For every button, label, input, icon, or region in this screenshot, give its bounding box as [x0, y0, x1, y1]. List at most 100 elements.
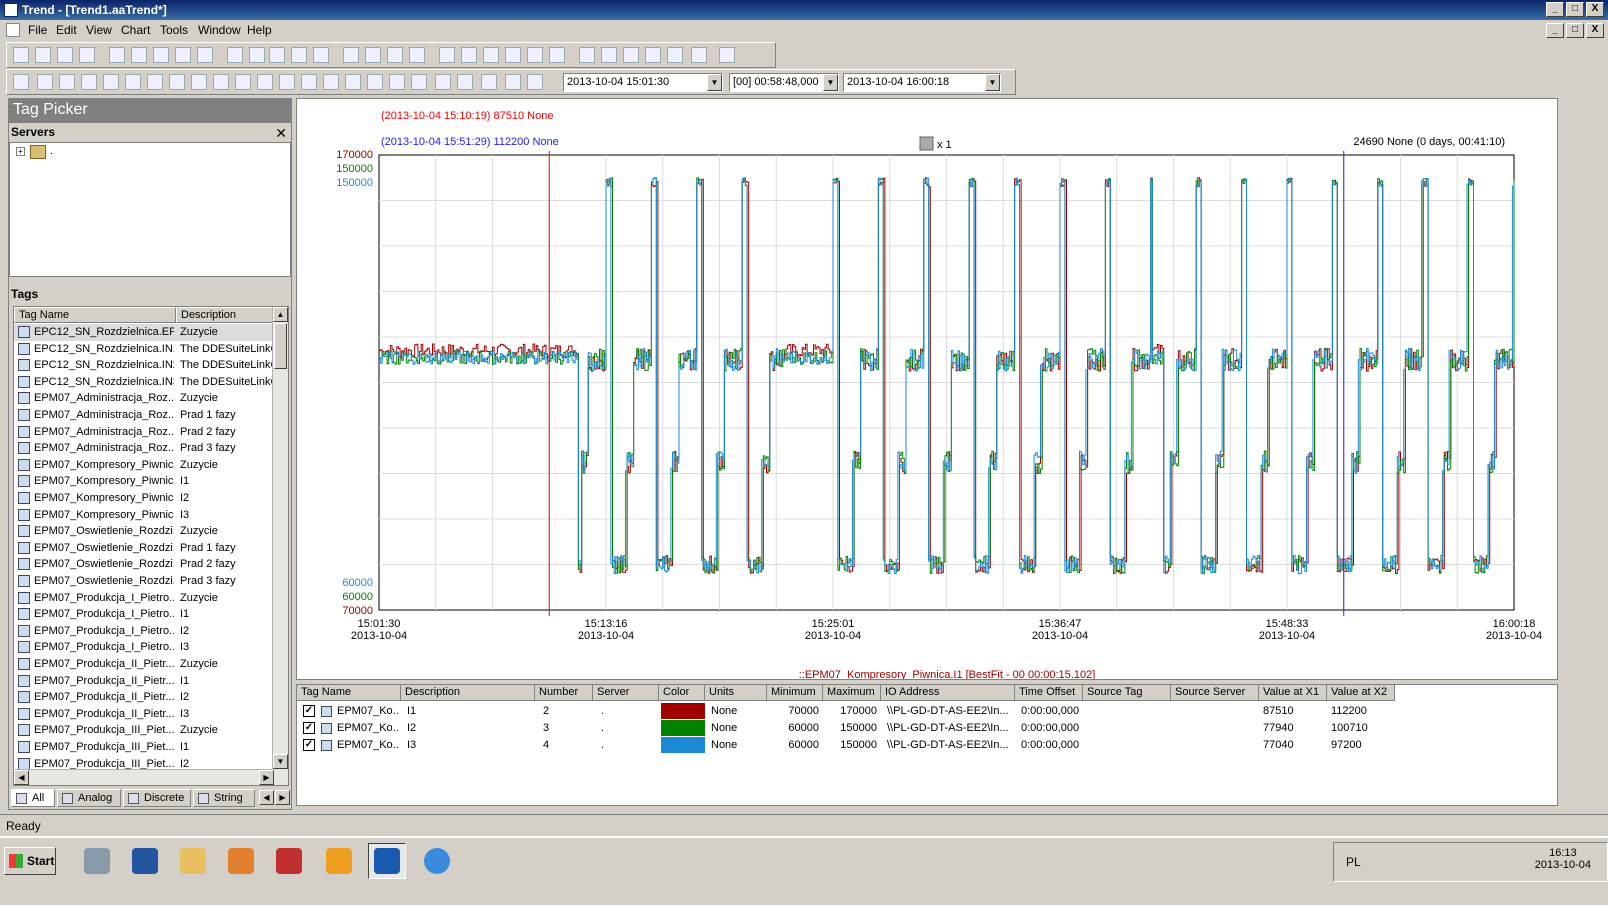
tags-hscroll[interactable]: ◀ ▶: [14, 769, 274, 785]
grid-col-number[interactable]: Number: [535, 685, 593, 701]
toolbar-button-icon[interactable]: [527, 74, 543, 90]
visible-checkbox[interactable]: ✓: [303, 722, 315, 734]
menu-tools[interactable]: Tools: [160, 23, 188, 37]
tag-row[interactable]: EPM07_Administracja_Roz... Prad 3 fazy: [14, 440, 272, 457]
tags-col-desc[interactable]: Description: [176, 307, 274, 323]
tab-analog[interactable]: Analog: [57, 789, 121, 807]
toolbar-button-icon[interactable]: [505, 47, 521, 63]
tag-row[interactable]: EPM07_Administracja_Roz... Prad 2 fazy: [14, 424, 272, 441]
toolbar-button-icon[interactable]: [483, 47, 499, 63]
document-icon[interactable]: [6, 23, 20, 37]
menu-chart[interactable]: Chart: [121, 23, 150, 37]
tag-row[interactable]: EPM07_Produkcja_III_Piet... Zuzycie: [14, 722, 272, 739]
menu-window[interactable]: Window: [198, 23, 241, 37]
toolbar-button-icon[interactable]: [227, 47, 243, 63]
close-button[interactable]: X: [1586, 2, 1604, 17]
visible-checkbox[interactable]: ✓: [303, 739, 315, 751]
toolbar-button-icon[interactable]: [527, 47, 543, 63]
tag-row[interactable]: EPC12_SN_Rozdzielnica.IN1 The DDESuiteLin…: [14, 341, 272, 358]
refresh-icon[interactable]: [919, 136, 934, 151]
toolbar-button-icon[interactable]: [387, 47, 403, 63]
scroll-left-icon[interactable]: ◀: [14, 770, 29, 785]
tag-row[interactable]: EPM07_Kompresory_Piwnic... Zuzycie: [14, 457, 272, 474]
toolbar-button-icon[interactable]: [13, 74, 29, 90]
trend-tags-grid[interactable]: Tag Name Description Number Server Color Unit…: [296, 684, 1558, 806]
toolbar-button-icon[interactable]: [269, 47, 285, 63]
grid-col-value-at-x2[interactable]: Value at X2: [1327, 685, 1395, 701]
toolbar-button-icon[interactable]: [439, 47, 455, 63]
tags-col-name[interactable]: Tag Name: [14, 307, 176, 323]
tabs-left-icon[interactable]: ◀: [259, 790, 274, 805]
servers-tree[interactable]: + .: [9, 142, 291, 277]
toolbar-button-icon[interactable]: [169, 74, 185, 90]
grid-col-time-offset[interactable]: Time Offset: [1015, 685, 1083, 701]
toolbar-button-icon[interactable]: [235, 74, 251, 90]
toolbar-button-icon[interactable]: [79, 47, 95, 63]
tag-row[interactable]: EPM07_Produkcja_I_Pietro... I1: [14, 606, 272, 623]
grid-col-description[interactable]: Description: [401, 685, 535, 701]
grid-col-server[interactable]: Server: [593, 685, 659, 701]
doc-restore-button[interactable]: □: [1566, 23, 1584, 38]
toolbar-button-icon[interactable]: [323, 74, 339, 90]
menu-file[interactable]: File: [28, 23, 47, 37]
tag-row[interactable]: EPM07_Produkcja_II_Pietr... I1: [14, 673, 272, 690]
toolbar-button-icon[interactable]: [37, 74, 53, 90]
grid-col-source-server[interactable]: Source Server: [1171, 685, 1259, 701]
scroll-right-icon[interactable]: ▶: [259, 770, 274, 785]
toolbar-button-icon[interactable]: [153, 47, 169, 63]
toolbar-button-icon[interactable]: [457, 74, 473, 90]
toolbar-button-icon[interactable]: [461, 47, 477, 63]
toolbar-button-icon[interactable]: [505, 74, 521, 90]
toolbar-button-icon[interactable]: [691, 47, 707, 63]
grid-col-tag-name[interactable]: Tag Name: [297, 685, 401, 701]
tag-row[interactable]: EPM07_Kompresory_Piwnic... I1: [14, 473, 272, 490]
servers-close-icon[interactable]: ✕: [275, 125, 287, 142]
taskbar-server-manager[interactable]: [78, 843, 116, 879]
tabs-right-icon[interactable]: ▶: [275, 790, 290, 805]
toolbar-button-icon[interactable]: [125, 74, 141, 90]
toolbar-button-icon[interactable]: [579, 47, 595, 63]
toolbar-button-icon[interactable]: [257, 74, 273, 90]
grid-color-swatch[interactable]: [661, 720, 705, 736]
toolbar-button-icon[interactable]: [81, 74, 97, 90]
tag-row[interactable]: EPC12_SN_Rozdzielnica.IN2 The DDESuiteLin…: [14, 357, 272, 374]
tag-row[interactable]: EPM07_Oswietlenie_Rozdzi... Prad 2 fazy: [14, 556, 272, 573]
toolbar-button-icon[interactable]: [175, 47, 191, 63]
clock[interactable]: 16:13 2013-10-04: [1535, 847, 1591, 871]
toolbar-button-icon[interactable]: [191, 74, 207, 90]
scroll-up-icon[interactable]: ▲: [273, 307, 288, 322]
duration-input[interactable]: [00] 00:58:48,000 ▼: [729, 73, 839, 92]
toolbar-button-icon[interactable]: [313, 47, 329, 63]
end-time-input[interactable]: 2013-10-04 16:00:18 ▼: [843, 73, 1001, 92]
toolbar-button-icon[interactable]: [35, 47, 51, 63]
taskbar-ie[interactable]: [418, 843, 456, 879]
scroll-thumb[interactable]: [274, 323, 287, 369]
taskbar-trend[interactable]: [368, 843, 406, 879]
taskbar-explorer[interactable]: [174, 843, 212, 879]
toolbar-button-icon[interactable]: [601, 47, 617, 63]
grid-row[interactable]: ✓ EPM07_Ko... I3 4. None 60000 150000 \\PL-GD-D…: [297, 737, 1407, 754]
toolbar-button-icon[interactable]: [365, 47, 381, 63]
maximize-button[interactable]: □: [1566, 2, 1584, 17]
tab-discrete[interactable]: Discrete: [123, 789, 191, 807]
toolbar-button-icon[interactable]: [623, 47, 639, 63]
toolbar-button-icon[interactable]: [481, 74, 497, 90]
tag-row[interactable]: EPM07_Produkcja_I_Pietro... Zuzycie: [14, 590, 272, 607]
tag-row[interactable]: EPM07_Produkcja_II_Pietr... I2: [14, 689, 272, 706]
tag-row[interactable]: EPM07_Kompresory_Piwnic... I2: [14, 490, 272, 507]
minimize-button[interactable]: _: [1546, 2, 1564, 17]
grid-row[interactable]: ✓ EPM07_Ko... I1 2. None 70000 170000 \\PL-GD-D…: [297, 703, 1407, 720]
toolbar-button-icon[interactable]: [59, 74, 75, 90]
tag-row[interactable]: EPM07_Produkcja_I_Pietro... I3: [14, 639, 272, 656]
toolbar-button-icon[interactable]: [343, 47, 359, 63]
grid-col-color[interactable]: Color: [659, 685, 705, 701]
tag-row[interactable]: EPM07_Produkcja_II_Pietr... Zuzycie: [14, 656, 272, 673]
toolbar-button-icon[interactable]: [367, 74, 383, 90]
tag-row[interactable]: EPM07_Produkcja_III_Piet... I1: [14, 739, 272, 756]
taskbar-app-a[interactable]: [222, 843, 260, 879]
trend-chart[interactable]: (2013-10-04 15:10:19) 87510 None (2013-1…: [297, 99, 1557, 679]
grid-row[interactable]: ✓ EPM07_Ko... I2 3. None 60000 150000 \\PL-GD-D…: [297, 720, 1407, 737]
toolbar-button-icon[interactable]: [667, 47, 683, 63]
grid-col-units[interactable]: Units: [705, 685, 767, 701]
toolbar-button-icon[interactable]: [345, 74, 361, 90]
